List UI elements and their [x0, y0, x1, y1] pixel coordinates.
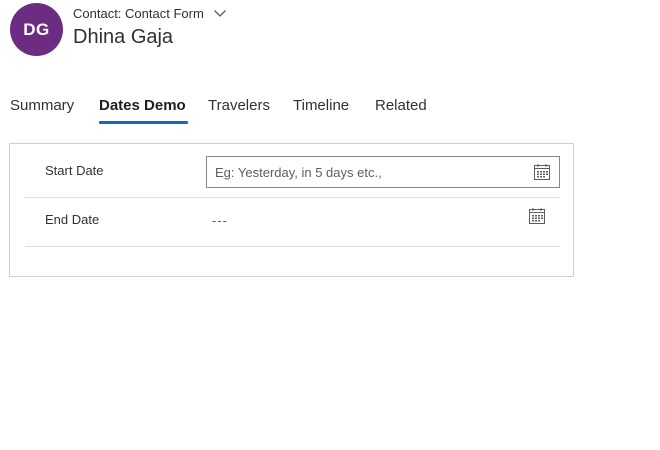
- avatar: DG: [10, 3, 63, 56]
- tab-summary[interactable]: Summary: [10, 97, 74, 114]
- dates-section: Start Date End Date ---: [9, 143, 574, 277]
- tab-dates-demo[interactable]: Dates Demo: [99, 97, 186, 114]
- end-date-row: End Date ---: [25, 197, 560, 247]
- end-date-value[interactable]: ---: [212, 213, 228, 228]
- tab-timeline[interactable]: Timeline: [293, 97, 349, 114]
- start-date-row: Start Date: [25, 148, 560, 198]
- calendar-icon[interactable]: [528, 207, 546, 225]
- start-date-input[interactable]: [207, 157, 525, 187]
- avatar-initials: DG: [23, 19, 50, 39]
- record-title: Dhina Gaja: [73, 26, 174, 48]
- end-date-label: End Date: [45, 212, 100, 227]
- chevron-down-icon: [213, 6, 227, 20]
- form-selector-label: Contact: Contact Form: [73, 5, 204, 21]
- calendar-icon[interactable]: [533, 163, 551, 181]
- record-header: DG Contact: Contact Form Dhina Gaja: [0, 0, 660, 70]
- active-tab-indicator: [99, 121, 188, 124]
- tab-related[interactable]: Related: [375, 97, 427, 114]
- start-date-field[interactable]: [206, 156, 560, 188]
- tab-travelers[interactable]: Travelers: [208, 97, 270, 114]
- start-date-label: Start Date: [45, 163, 104, 178]
- tab-list: Summary Dates Demo Travelers Timeline Re…: [0, 94, 660, 126]
- form-selector[interactable]: Contact: Contact Form: [73, 5, 227, 21]
